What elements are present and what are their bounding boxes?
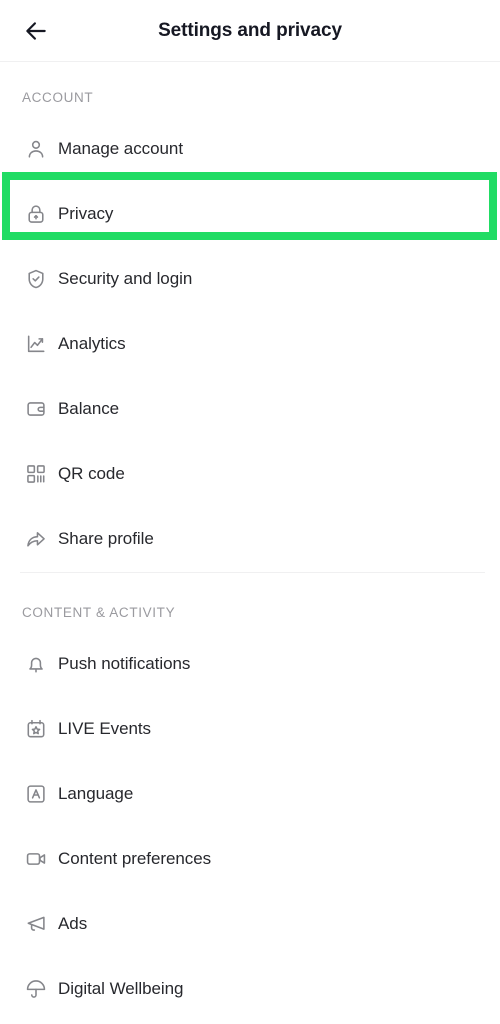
sidebar-item-label: Manage account <box>58 138 183 158</box>
person-icon <box>18 138 54 160</box>
sidebar-item-label: QR code <box>58 463 125 483</box>
sidebar-item-analytics[interactable]: Analytics <box>0 311 500 376</box>
back-button[interactable] <box>14 9 58 53</box>
shield-check-icon <box>18 268 54 290</box>
sidebar-item-live-events[interactable]: LIVE Events <box>0 696 500 761</box>
sidebar-item-share-profile[interactable]: Share profile <box>0 506 500 571</box>
share-arrow-icon <box>18 528 54 550</box>
video-camera-icon <box>18 848 54 870</box>
sidebar-item-manage-account[interactable]: Manage account <box>0 116 500 181</box>
section-divider <box>20 572 485 573</box>
app-header: Settings and privacy <box>0 0 500 62</box>
sidebar-item-security-and-login[interactable]: Security and login <box>0 246 500 311</box>
sidebar-item-label: Content preferences <box>58 848 212 868</box>
calendar-star-icon <box>18 718 54 740</box>
settings-screen: Settings and privacy ACCOUNT Manage acco… <box>0 0 500 1024</box>
sidebar-item-ads[interactable]: Ads <box>0 891 500 956</box>
sidebar-item-qr-code[interactable]: QR code <box>0 441 500 506</box>
language-a-icon <box>18 783 54 805</box>
sidebar-item-push-notifications[interactable]: Push notifications <box>0 631 500 696</box>
megaphone-icon <box>18 913 54 935</box>
sidebar-item-privacy[interactable]: Privacy <box>0 181 500 246</box>
section-header-account: ACCOUNT <box>22 90 94 105</box>
sidebar-item-label: Privacy <box>58 203 114 223</box>
analytics-chart-icon <box>18 333 54 355</box>
sidebar-item-label: LIVE Events <box>58 718 151 738</box>
sidebar-item-language[interactable]: Language <box>0 761 500 826</box>
sidebar-item-label: Security and login <box>58 268 193 288</box>
arrow-left-icon <box>26 21 46 40</box>
qr-code-icon <box>18 463 54 485</box>
sidebar-item-label: Ads <box>58 913 88 933</box>
sidebar-item-label: Balance <box>58 398 120 418</box>
sidebar-item-balance[interactable]: Balance <box>0 376 500 441</box>
lock-icon <box>18 203 54 225</box>
umbrella-icon <box>18 978 54 1000</box>
section-header-content-activity: CONTENT & ACTIVITY <box>22 605 176 620</box>
sidebar-item-label: Language <box>58 783 134 803</box>
sidebar-item-label: Analytics <box>58 333 126 353</box>
sidebar-item-content-preferences[interactable]: Content preferences <box>0 826 500 891</box>
sidebar-item-label: Digital Wellbeing <box>58 978 184 998</box>
sidebar-item-digital-wellbeing[interactable]: Digital Wellbeing <box>0 956 500 1021</box>
sidebar-item-label: Push notifications <box>58 653 191 673</box>
bell-icon <box>18 653 54 675</box>
wallet-icon <box>18 398 54 420</box>
sidebar-item-label: Share profile <box>58 528 154 548</box>
page-title: Settings and privacy <box>158 19 342 41</box>
